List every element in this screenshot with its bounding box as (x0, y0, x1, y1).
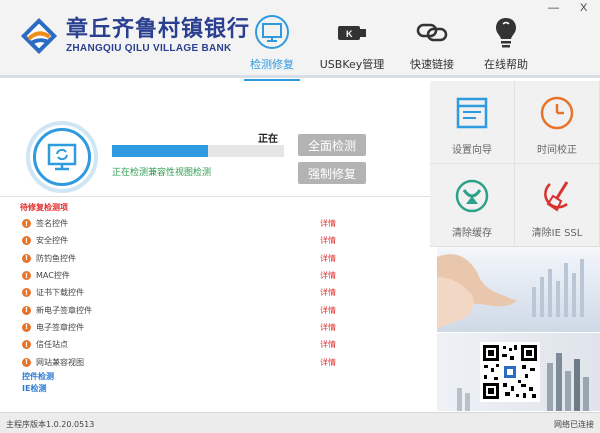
main-nav: 检测修复 K USBKey管理 快速链接 在线帮助 (240, 8, 548, 82)
list-item: ! 安全控件 详情 (22, 232, 342, 249)
list-item: ! 新电子签章控件 详情 (22, 301, 342, 318)
warning-icon: ! (22, 236, 31, 246)
scan-indicator (26, 121, 98, 193)
tile-label: 时间校正 (537, 145, 577, 156)
force-repair-button[interactable]: 强制修复 (298, 162, 366, 184)
clear-cache-tile[interactable]: 清除缓存 (430, 164, 515, 247)
warning-icon: ! (22, 305, 31, 315)
tab-online-help[interactable]: 在线帮助 (474, 8, 538, 78)
tile-label: 设置向导 (452, 145, 492, 156)
detail-link[interactable]: 详情 (320, 322, 336, 333)
warning-icon: ! (22, 340, 31, 350)
repair-list-title: 待修复检测项 (20, 203, 68, 212)
item-label: MAC控件 (36, 271, 70, 281)
network-status-text: 网络已连接 (554, 420, 594, 429)
monitor-sync-icon (47, 143, 77, 171)
tool-tiles: 设置向导 时间校正 清除缓存 清除IE SSL (430, 81, 600, 247)
divider (0, 196, 430, 197)
clear-ie-ssl-tile[interactable]: 清除IE SSL (515, 164, 600, 247)
tab-detect-repair[interactable]: 检测修复 (240, 8, 304, 82)
version-text: 主程序版本1.0.20.0513 (6, 420, 95, 429)
tab-label: 在线帮助 (484, 58, 528, 71)
lightbulb-icon (496, 18, 516, 48)
detail-link[interactable]: 详情 (320, 305, 336, 316)
detail-link[interactable]: 详情 (320, 357, 336, 368)
time-correct-tile[interactable]: 时间校正 (515, 81, 600, 164)
broom-icon (544, 181, 569, 212)
list-item: ! 网站兼容视图 详情 (22, 353, 342, 370)
usbkey-icon: K (338, 26, 366, 40)
warning-icon: ! (22, 322, 31, 332)
tile-label: 清除IE SSL (531, 228, 583, 239)
monitor-refresh-icon (255, 15, 289, 49)
list-item: ! 防钓鱼控件 详情 (22, 250, 342, 267)
bank-name-en: ZHANGQIU QILU VILLAGE BANK (66, 42, 232, 54)
item-label: 证书下载控件 (36, 288, 84, 298)
tab-label: 快速链接 (410, 58, 454, 71)
detail-link[interactable]: 详情 (320, 235, 336, 246)
item-label: 签名控件 (36, 219, 68, 229)
detail-link[interactable]: 详情 (320, 218, 336, 229)
bank-logo-icon (20, 17, 58, 55)
detail-link[interactable]: 详情 (320, 287, 336, 298)
list-item: ! 签名控件 详情 (22, 215, 342, 232)
tab-quick-links[interactable]: 快速链接 (400, 8, 464, 78)
tile-label: 清除缓存 (452, 228, 492, 239)
repair-item-list: ! 签名控件 详情 ! 安全控件 详情 ! 防钓鱼控件 详情 ! MAC控件 详情 ! 证书下载控… (22, 215, 342, 371)
scan-status-text: 正在检测兼容性视图检测 (112, 168, 212, 178)
clock-icon (540, 96, 574, 130)
close-button[interactable]: X (580, 2, 587, 14)
item-label: 网站兼容视图 (36, 357, 84, 367)
link-icon (416, 23, 448, 42)
promo-hands-image (437, 247, 600, 332)
settings-wizard-icon (456, 97, 488, 129)
detail-link[interactable]: 详情 (320, 339, 336, 350)
item-label: 信任站点 (36, 340, 68, 350)
item-label: 防钓鱼控件 (36, 253, 76, 263)
progress-status-text: 正在 (258, 134, 278, 145)
list-item: ! 信任站点 详情 (22, 336, 342, 353)
status-bar: 主程序版本1.0.20.0513 网络已连接 (0, 412, 600, 433)
qr-code (480, 342, 540, 402)
detail-link[interactable]: 详情 (320, 253, 336, 264)
list-item: ! MAC控件 详情 (22, 267, 342, 284)
list-item: ! 证书下载控件 详情 (22, 284, 342, 301)
item-label: 新电子签章控件 (36, 305, 92, 315)
qr-code-icon (483, 345, 537, 399)
warning-icon: ! (22, 253, 31, 263)
bank-name-cn: 章丘齐鲁村镇银行 (66, 16, 251, 42)
app-header: 章丘齐鲁村镇银行 ZHANGQIU QILU VILLAGE BANK 检测修复… (0, 0, 600, 82)
detail-link[interactable]: 详情 (320, 270, 336, 281)
full-check-button[interactable]: 全面检测 (298, 134, 366, 156)
control-check-link[interactable]: 控件检测 (22, 371, 54, 382)
svg-text:K: K (346, 29, 353, 39)
scan-progress-bar (112, 145, 284, 157)
warning-icon: ! (22, 288, 31, 298)
ie-check-link[interactable]: IE检测 (22, 383, 46, 394)
list-item: ! 电子签章控件 详情 (22, 319, 342, 336)
hands-chart-illustration (437, 254, 584, 329)
item-label: 电子签章控件 (36, 322, 84, 332)
warning-icon: ! (22, 219, 31, 229)
tab-label: 检测修复 (250, 58, 294, 71)
scan-progress-fill (112, 145, 209, 157)
bank-brand: 章丘齐鲁村镇银行 ZHANGQIU QILU VILLAGE BANK (20, 17, 250, 55)
minimize-button[interactable]: — (548, 2, 559, 14)
clear-cache-icon (455, 179, 489, 213)
warning-icon: ! (22, 357, 31, 367)
item-label: 安全控件 (36, 236, 68, 246)
tab-usbkey[interactable]: K USBKey管理 (314, 8, 390, 78)
warning-icon: ! (22, 271, 31, 281)
tab-label: USBKey管理 (319, 58, 385, 71)
setup-wizard-tile[interactable]: 设置向导 (430, 81, 515, 164)
